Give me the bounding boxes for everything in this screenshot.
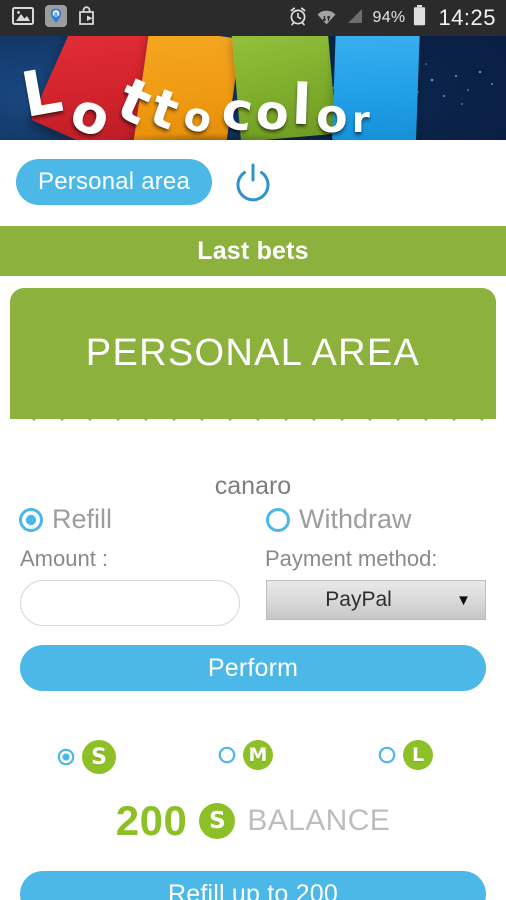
alarm-icon [288, 6, 308, 31]
balance-amount: 200 [115, 797, 188, 844]
payment-method-label: Payment method: [265, 546, 438, 571]
coin-badge-balance: S [199, 803, 236, 839]
battery-percent: 94% [372, 9, 406, 26]
perform-button[interactable]: Perform [20, 645, 486, 691]
status-clock: 14:25 [438, 5, 496, 30]
tier-option-s[interactable]: S [57, 740, 116, 774]
status-bar-left-icons: R [12, 4, 99, 32]
tier-option-m[interactable]: M [218, 740, 273, 770]
last-bets-bar[interactable]: Last bets [0, 226, 506, 276]
amount-input[interactable] [20, 580, 240, 626]
map-pin-r-icon: R [45, 4, 67, 32]
banner-shadow [60, 132, 360, 140]
personal-area-panel: PERSONAL AREA [10, 288, 496, 433]
top-action-row: Personal area [0, 140, 506, 224]
app-screen: R 94% 14:25 L o t t o c o l o r Personal… [0, 0, 506, 900]
operation-radio-group: Refill Withdraw [0, 506, 506, 546]
radio-unselected-icon [265, 507, 291, 533]
field-label-row: Amount : Payment method: [0, 546, 506, 576]
tier-option-l[interactable]: L [378, 740, 433, 770]
power-icon[interactable] [230, 159, 276, 205]
username-label: canaro [214, 472, 292, 500]
app-banner: Lottocolor [0, 36, 506, 140]
logo-card-orange [131, 36, 241, 140]
personal-area-button[interactable]: Personal area [16, 159, 213, 205]
logo-card-blue [331, 36, 421, 140]
radio-option-refill[interactable]: Refill [18, 506, 112, 533]
logo-card-green [231, 36, 337, 140]
status-bar-right-icons: 94% 14:25 [288, 5, 497, 31]
panel-title: PERSONAL AREA [85, 332, 421, 374]
refill-up-to-button[interactable]: Refill up to 200 [20, 871, 486, 900]
radio-unselected-icon [218, 746, 236, 764]
chevron-down-icon: ▼ [456, 591, 471, 609]
radio-selected-icon [18, 507, 44, 533]
wifi-transfer-icon [316, 6, 337, 31]
coin-badge-s: S [82, 740, 116, 774]
payment-method-value: PayPal [325, 588, 392, 611]
radio-unselected-icon [378, 746, 396, 764]
status-bar: R 94% 14:25 [0, 0, 506, 36]
radio-selected-icon [57, 748, 75, 766]
radio-label-refill: Refill [52, 504, 113, 534]
signal-icon [345, 7, 365, 30]
battery-icon [413, 5, 426, 31]
amount-label: Amount : [20, 546, 109, 571]
balance-row: 200 S BALANCE [0, 795, 506, 847]
coin-badge-m: M [243, 740, 273, 770]
coin-badge-l: L [403, 740, 433, 770]
image-icon [12, 6, 34, 30]
tier-radio-group: S M L [0, 740, 506, 782]
payment-method-select[interactable]: PayPal ▼ [266, 580, 486, 620]
media-bag-icon [78, 5, 99, 31]
radio-option-withdraw[interactable]: Withdraw [265, 506, 412, 533]
balance-label: BALANCE [247, 804, 391, 837]
radio-label-withdraw: Withdraw [299, 504, 412, 534]
